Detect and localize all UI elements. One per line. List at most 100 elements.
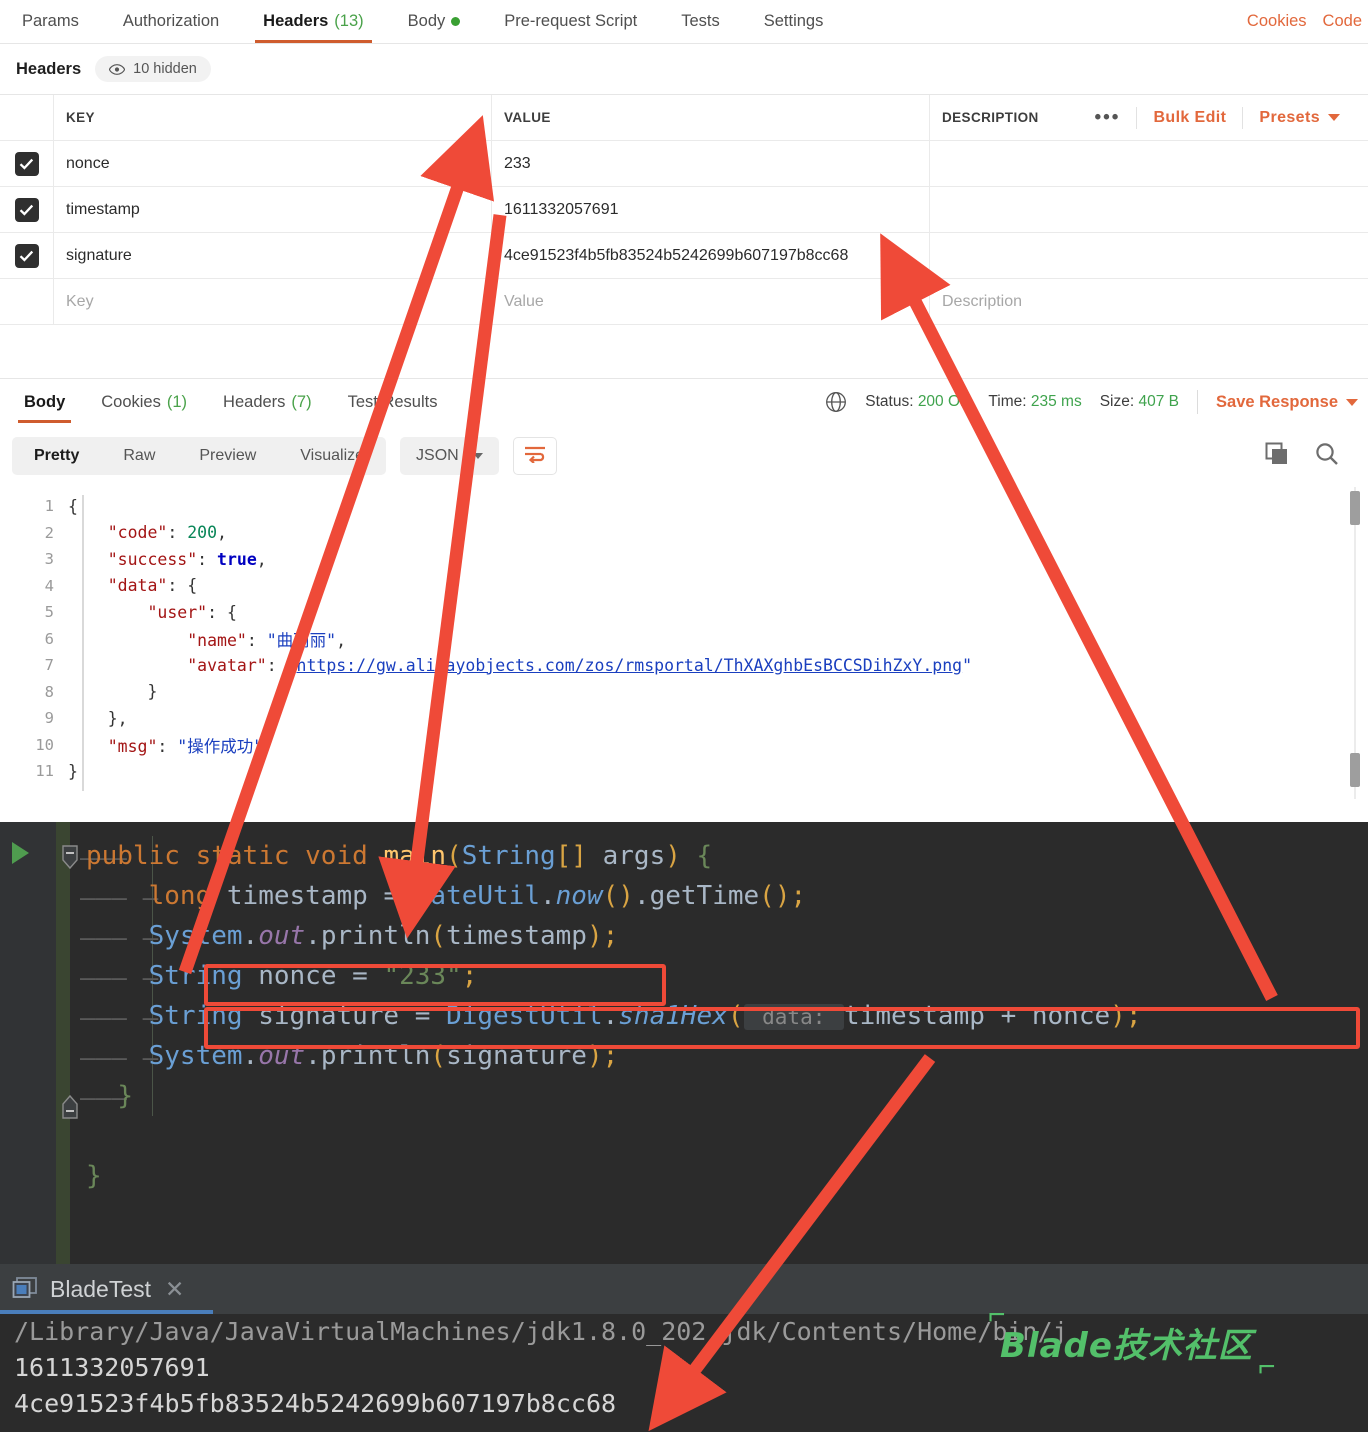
json-line: 11} xyxy=(0,758,1368,785)
response-body-json[interactable]: 1{2 "code": 200, 3 "success": true, 4 "dat… xyxy=(0,487,1368,799)
line-number: 11 xyxy=(35,762,54,781)
table-row[interactable]: timestamp 1611332057691 xyxy=(0,187,1368,233)
response-tab-cookies[interactable]: Cookies (1) xyxy=(83,379,205,425)
code-fold-bar xyxy=(82,495,84,791)
row-description[interactable] xyxy=(930,141,1368,186)
mode-preview[interactable]: Preview xyxy=(177,437,278,475)
line-number: 1 xyxy=(44,497,54,516)
code-link[interactable]: Code xyxy=(1323,12,1362,31)
mode-visualize[interactable]: Visualize xyxy=(278,437,386,475)
body-scrollbar-thumb-bottom[interactable] xyxy=(1350,753,1360,787)
table-placeholder-row[interactable]: Key Value Description xyxy=(0,279,1368,325)
tab-authorization-label: Authorization xyxy=(122,12,220,30)
globe-icon[interactable] xyxy=(825,391,847,413)
tab-headers[interactable]: Headers (13) xyxy=(241,0,385,43)
row-key[interactable]: nonce xyxy=(54,141,492,186)
row-value[interactable]: 1611332057691 xyxy=(492,187,930,232)
row-key[interactable]: signature xyxy=(54,233,492,278)
console-tab-label: BladeTest xyxy=(50,1275,152,1302)
row-description[interactable] xyxy=(930,233,1368,278)
json-line-code: }, xyxy=(68,708,128,728)
tab-pre-request-script[interactable]: Pre-request Script xyxy=(482,0,659,43)
tab-tests-label: Tests xyxy=(681,12,720,30)
fold-marker-close-icon[interactable] xyxy=(60,1094,80,1125)
response-tab-body[interactable]: Body xyxy=(6,379,83,425)
tab-bar-right-links: Cookies Code xyxy=(1247,0,1368,43)
mode-raw[interactable]: Raw xyxy=(101,437,177,475)
json-line: 5 "user": { xyxy=(0,599,1368,626)
table-row[interactable]: signature 4ce91523f4b5fb83524b5242699b60… xyxy=(0,233,1368,279)
row-key[interactable]: timestamp xyxy=(54,187,492,232)
ide-code-line: long timestamp = DateUtil.now().getTime(… xyxy=(148,881,807,911)
console-tab-bladetest[interactable]: BladeTest ✕ xyxy=(50,1276,184,1303)
row-checkbox[interactable] xyxy=(14,151,39,176)
new-description-input[interactable]: Description xyxy=(930,279,1368,324)
ide-code-line: } xyxy=(86,1161,102,1191)
fold-marker-open-icon[interactable] xyxy=(60,844,80,875)
wrap-lines-button[interactable] xyxy=(512,437,557,475)
size-value: 407 B xyxy=(1138,393,1180,410)
line-number: 5 xyxy=(44,603,54,622)
column-header-description: DESCRIPTION xyxy=(942,110,1039,125)
console-tab-bar: BladeTest ✕ xyxy=(0,1264,1368,1314)
row-checkbox-cell xyxy=(0,187,54,232)
status-label: Status: xyxy=(865,393,914,410)
hidden-headers-toggle[interactable]: 10 hidden xyxy=(95,56,211,82)
row-checkbox[interactable] xyxy=(14,243,39,268)
new-value-input[interactable]: Value xyxy=(492,279,930,324)
body-scrollbar-thumb-top[interactable] xyxy=(1350,491,1360,525)
response-tab-headers[interactable]: Headers (7) xyxy=(205,379,330,425)
ide-code-line: System.out.println(timestamp); xyxy=(148,921,619,951)
row-value[interactable]: 4ce91523f4b5fb83524b5242699b607197b8cc68 xyxy=(492,233,930,278)
headers-table: KEY VALUE DESCRIPTION ••• Bulk Edit Pres… xyxy=(0,94,1368,325)
response-tab-cookies-label: Cookies xyxy=(101,392,161,411)
presets-button[interactable]: Presets xyxy=(1242,106,1356,129)
time-group: Time: 235 ms xyxy=(988,393,1081,411)
search-icon[interactable] xyxy=(1314,441,1340,472)
tab-tests[interactable]: Tests xyxy=(659,0,742,43)
ide-code-line: String nonce = "233"; xyxy=(148,961,478,991)
row-description[interactable] xyxy=(930,187,1368,232)
copy-icon[interactable] xyxy=(1264,441,1290,472)
json-line-code: "code": 200, xyxy=(107,523,227,543)
cookies-link[interactable]: Cookies xyxy=(1247,12,1307,31)
json-line-code: "name": "曲丽丽", xyxy=(187,630,347,650)
tab-authorization[interactable]: Authorization xyxy=(101,0,241,43)
ide-code-lines: public static void main(String[] args) {… xyxy=(86,836,1368,1196)
response-tab-test-results[interactable]: Test Results xyxy=(330,379,456,425)
line-number: 4 xyxy=(44,576,54,595)
save-response-button[interactable]: Save Response xyxy=(1216,393,1358,412)
new-key-input[interactable]: Key xyxy=(54,279,492,324)
tab-params[interactable]: Params xyxy=(0,0,101,43)
format-select[interactable]: JSON xyxy=(400,437,499,475)
json-line-code: "avatar": "https://gw.alipayobjects.com/… xyxy=(187,655,973,675)
line-number: 8 xyxy=(44,682,54,701)
run-triangle-icon[interactable] xyxy=(12,842,29,864)
status-group: Status: 200 OK xyxy=(865,393,970,411)
body-toolbar-right xyxy=(1264,441,1356,472)
row-value[interactable]: 233 xyxy=(492,141,930,186)
row-checkbox[interactable] xyxy=(14,197,39,222)
mode-pretty[interactable]: Pretty xyxy=(12,437,101,475)
json-line: 2 "code": 200, xyxy=(0,520,1368,547)
line-number: 3 xyxy=(44,550,54,569)
table-row[interactable]: nonce 233 xyxy=(0,141,1368,187)
column-header-description-cell: DESCRIPTION ••• Bulk Edit Presets xyxy=(930,95,1368,140)
headers-section-label: Headers xyxy=(16,59,82,78)
eye-icon xyxy=(109,63,126,75)
panel-divider xyxy=(0,325,1368,379)
body-view-mode-group: Pretty Raw Preview Visualize xyxy=(12,437,387,475)
tab-body[interactable]: Body xyxy=(386,0,483,43)
chevron-down-icon xyxy=(1346,398,1358,406)
wrap-lines-icon xyxy=(524,445,546,468)
json-line: 3 "success": true, xyxy=(0,546,1368,573)
close-icon[interactable]: ✕ xyxy=(165,1276,184,1303)
bulk-edit-button[interactable]: Bulk Edit xyxy=(1136,106,1242,129)
time-label: Time: xyxy=(988,393,1027,410)
tab-headers-count: (13) xyxy=(334,12,364,30)
ide-code-panel[interactable]: ——— ——— — ——— — ——— — ——— — ——— — ——— pu… xyxy=(0,822,1368,1264)
more-options-icon[interactable]: ••• xyxy=(1078,107,1136,129)
ide-changes-stripe xyxy=(56,822,70,1264)
tab-settings[interactable]: Settings xyxy=(742,0,846,43)
json-line: 7 "avatar": "https://gw.alipayobjects.co… xyxy=(0,652,1368,679)
